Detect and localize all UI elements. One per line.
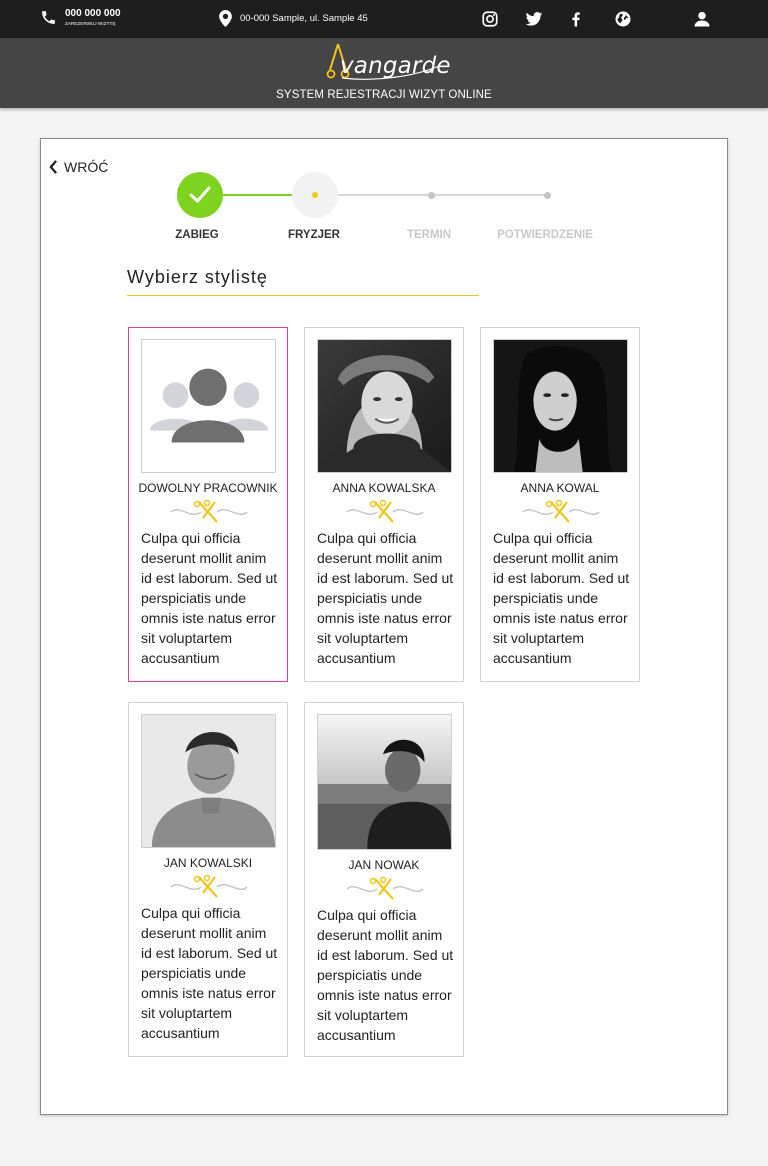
step-termin: [428, 192, 435, 199]
chevron-left-icon: [49, 160, 57, 174]
site-header: vangarde SYSTEM REJESTRACJI WIZYT ONLINE: [0, 38, 768, 108]
stylist-name: ANNA KOWAL: [520, 481, 600, 495]
phone-icon: [42, 11, 55, 24]
step-connector: [433, 194, 549, 196]
scissors-ornament-icon: [170, 500, 248, 523]
step-potwierdzenie: [544, 192, 551, 199]
scissors-ornament-icon: [346, 500, 424, 523]
stylist-card-anna-kowal[interactable]: ANNA KOWAL Culpa qui officia deserunt mo…: [480, 327, 640, 682]
instagram-icon[interactable]: [481, 10, 499, 28]
back-label: WRÓĆ: [64, 159, 109, 175]
current-step-dot: [312, 192, 318, 198]
stylist-card-jan-kowalski[interactable]: JAN KOWALSKI Culpa qui officia deserunt …: [128, 702, 288, 1057]
stylist-description: Culpa qui officia deserunt mollit anim i…: [317, 530, 454, 666]
step-connector-done: [222, 194, 294, 196]
stylist-photo: [493, 339, 628, 473]
phone-contact[interactable]: 000 000 000 ZAREZERWUJ WIZYTĘ: [40, 8, 121, 28]
phone-number: 000 000 000: [65, 8, 121, 19]
step-zabieg[interactable]: [177, 172, 223, 218]
booking-card: WRÓĆ ZABIEG FRYZJER TERMIN POTWIERDZENIE…: [40, 138, 728, 1115]
scissors-ornament-icon: [170, 875, 248, 898]
stylist-description: Culpa qui officia deserunt mollit anim i…: [141, 905, 278, 1041]
title-underline: [127, 295, 479, 296]
user-icon[interactable]: [693, 10, 711, 28]
stylist-description: Culpa qui officia deserunt mollit anim i…: [493, 530, 630, 666]
stylist-card-any[interactable]: DOWOLNY PRACOWNIK Culpa qui officia dese…: [128, 327, 288, 682]
address: 00-000 Sample, ul. Sample 45: [219, 10, 368, 27]
stylist-description: Culpa qui officia deserunt mollit anim i…: [141, 530, 278, 666]
scissors-ornament-icon: [346, 877, 424, 900]
page-subtitle: SYSTEM REJESTRACJI WIZYT ONLINE: [276, 89, 492, 101]
brand-name: vangarde: [340, 53, 451, 79]
stylist-description: Culpa qui officia deserunt mollit anim i…: [317, 907, 454, 1043]
stylist-photo: [317, 714, 452, 850]
section-title: Wybierz stylistę: [127, 267, 268, 287]
step-label: POTWIERDZENIE: [497, 229, 593, 241]
stylist-name: JAN KOWALSKI: [163, 856, 253, 870]
stylist-card-jan-nowak[interactable]: JAN NOWAK Culpa qui officia deserunt mol…: [304, 702, 464, 1057]
brand-logo[interactable]: vangarde: [326, 42, 451, 80]
back-button[interactable]: WRÓĆ: [49, 159, 108, 175]
stylist-name: JAN NOWAK: [348, 858, 420, 872]
top-bar: 000 000 000 ZAREZERWUJ WIZYTĘ 00-000 Sam…: [0, 0, 768, 38]
step-label: FRYZJER: [288, 229, 340, 241]
step-label: TERMIN: [406, 229, 452, 241]
facebook-icon[interactable]: [567, 10, 585, 28]
stylist-photo: [141, 714, 276, 848]
step-connector: [338, 194, 433, 196]
twitter-icon[interactable]: [525, 10, 543, 28]
stylist-card-anna-kowalska[interactable]: ANNA KOWALSKA Culpa qui officia deserunt…: [304, 327, 464, 682]
location-pin-icon: [219, 10, 232, 27]
scissors-ornament-icon: [522, 500, 600, 523]
step-label: ZABIEG: [175, 229, 219, 241]
step-fryzjer[interactable]: [292, 172, 338, 218]
checkmark-icon: [189, 186, 211, 204]
address-text: 00-000 Sample, ul. Sample 45: [240, 13, 368, 24]
stylist-name: ANNA KOWALSKA: [332, 481, 436, 495]
globe-icon[interactable]: [614, 10, 632, 28]
avatar-group-placeholder: [141, 339, 276, 473]
stylist-name: DOWOLNY PRACOWNIK: [138, 481, 278, 495]
phone-subtitle: ZAREZERWUJ WIZYTĘ: [65, 21, 116, 26]
stylist-photo: [317, 339, 452, 473]
